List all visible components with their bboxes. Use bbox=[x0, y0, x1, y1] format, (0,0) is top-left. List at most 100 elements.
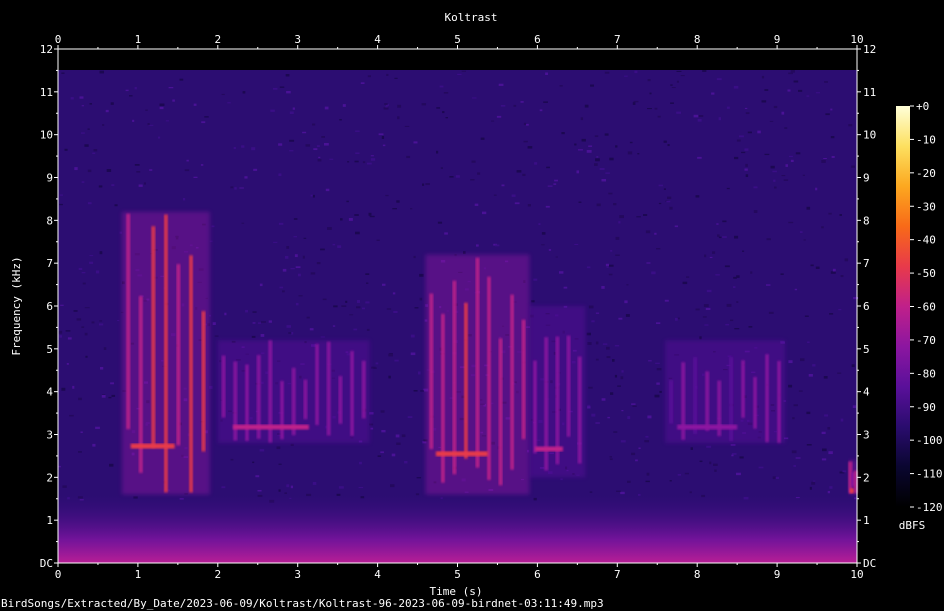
noise-cell bbox=[58, 330, 63, 334]
noise-cell bbox=[802, 174, 805, 176]
noise-cell bbox=[358, 487, 364, 489]
noise-cell bbox=[807, 341, 810, 344]
noise-cell bbox=[588, 386, 593, 389]
noise-cell bbox=[811, 481, 816, 485]
noise-cell bbox=[100, 367, 104, 370]
noise-cell bbox=[366, 328, 370, 331]
noise-cell bbox=[655, 362, 660, 365]
noise-cell bbox=[378, 133, 384, 136]
noise-cell bbox=[78, 267, 83, 271]
noise-cell bbox=[744, 148, 749, 151]
noise-cell bbox=[703, 304, 709, 308]
y-tick-label: DC bbox=[40, 557, 53, 570]
colorbar-tick-label: -10 bbox=[916, 133, 936, 146]
noise-cell bbox=[312, 482, 317, 485]
noise-cell bbox=[698, 115, 704, 118]
noise-cell bbox=[380, 410, 385, 413]
noise-cell bbox=[134, 164, 140, 166]
noise-cell bbox=[59, 203, 63, 206]
noise-cell bbox=[561, 132, 565, 135]
noise-cell bbox=[132, 119, 135, 122]
noise-cell bbox=[474, 203, 479, 206]
noise-cell bbox=[742, 250, 745, 252]
noise-cell bbox=[588, 305, 594, 309]
noise-cell bbox=[511, 194, 516, 197]
noise-cell bbox=[647, 79, 651, 82]
noise-cell bbox=[273, 87, 278, 90]
noise-cell bbox=[599, 168, 605, 170]
noise-cell bbox=[830, 108, 833, 111]
noise-cell bbox=[621, 410, 624, 412]
y-tick-label: 10 bbox=[863, 129, 876, 142]
noise-cell bbox=[838, 309, 842, 311]
noise-cell bbox=[790, 159, 794, 163]
noise-cell bbox=[689, 491, 692, 494]
noise-cell bbox=[286, 246, 290, 249]
noise-cell bbox=[676, 70, 682, 72]
noise-cell bbox=[726, 106, 730, 109]
colorbar-tick-label: -30 bbox=[916, 200, 936, 213]
call-streak bbox=[303, 379, 308, 420]
noise-cell bbox=[99, 323, 104, 326]
noise-cell bbox=[437, 221, 443, 224]
noise-cell bbox=[359, 461, 362, 465]
colorbar-tick-label: -70 bbox=[916, 334, 936, 347]
noise-cell bbox=[722, 220, 727, 223]
noise-cell bbox=[591, 413, 596, 417]
noise-cell bbox=[580, 117, 584, 121]
noise-cell bbox=[348, 218, 353, 221]
y-tick-label: 5 bbox=[863, 343, 870, 356]
colorbar-tick-label: +0 bbox=[916, 100, 929, 113]
noise-cell bbox=[66, 363, 69, 365]
call-streak bbox=[463, 302, 468, 459]
call-peak bbox=[435, 451, 488, 457]
noise-cell bbox=[99, 251, 103, 255]
noise-cell bbox=[824, 414, 829, 417]
noise-cell bbox=[251, 147, 256, 151]
noise-cell bbox=[278, 463, 282, 465]
noise-cell bbox=[73, 310, 78, 312]
noise-cell bbox=[270, 109, 275, 112]
noise-cell bbox=[793, 404, 798, 407]
noise-cell bbox=[290, 268, 295, 270]
noise-cell bbox=[769, 120, 774, 122]
noise-cell bbox=[808, 374, 813, 377]
call-streak bbox=[521, 319, 526, 440]
noise-cell bbox=[815, 266, 820, 269]
y-tick-label: 12 bbox=[863, 43, 876, 56]
noise-cell bbox=[70, 97, 74, 100]
colorbar-label: dBFS bbox=[899, 519, 926, 532]
noise-cell bbox=[353, 328, 358, 331]
noise-cell bbox=[588, 145, 593, 147]
noise-cell bbox=[322, 298, 327, 301]
noise-cell bbox=[638, 447, 641, 450]
x-tick-label: 1 bbox=[135, 33, 142, 46]
y-tick-label: 6 bbox=[863, 300, 870, 313]
noise-cell bbox=[125, 89, 129, 92]
noise-cell bbox=[457, 73, 462, 76]
noise-cell bbox=[425, 183, 430, 186]
y-tick-label: 1 bbox=[46, 514, 53, 527]
noise-cell bbox=[645, 435, 649, 438]
noise-cell bbox=[480, 137, 485, 140]
noise-cell bbox=[559, 85, 563, 87]
noise-cell bbox=[605, 172, 610, 174]
y-axis-label: Frequency (kHz) bbox=[10, 256, 23, 355]
noise-cell bbox=[302, 131, 307, 134]
noise-cell bbox=[813, 480, 816, 482]
noise-cell bbox=[548, 249, 552, 251]
noise-cell bbox=[404, 461, 408, 464]
call-song-1-main bbox=[121, 211, 210, 495]
noise-cell bbox=[706, 445, 712, 448]
noise-cell bbox=[340, 218, 343, 221]
noise-cell bbox=[618, 317, 623, 320]
noise-cell bbox=[385, 194, 389, 197]
noise-cell bbox=[821, 160, 826, 163]
noise-cell bbox=[105, 109, 109, 113]
colorbar-tick-label: -40 bbox=[916, 234, 936, 247]
noise-cell bbox=[289, 150, 294, 152]
noise-cell bbox=[365, 273, 370, 275]
noise-cell bbox=[627, 151, 633, 155]
noise-cell bbox=[766, 284, 771, 286]
noise-cell bbox=[257, 490, 262, 492]
